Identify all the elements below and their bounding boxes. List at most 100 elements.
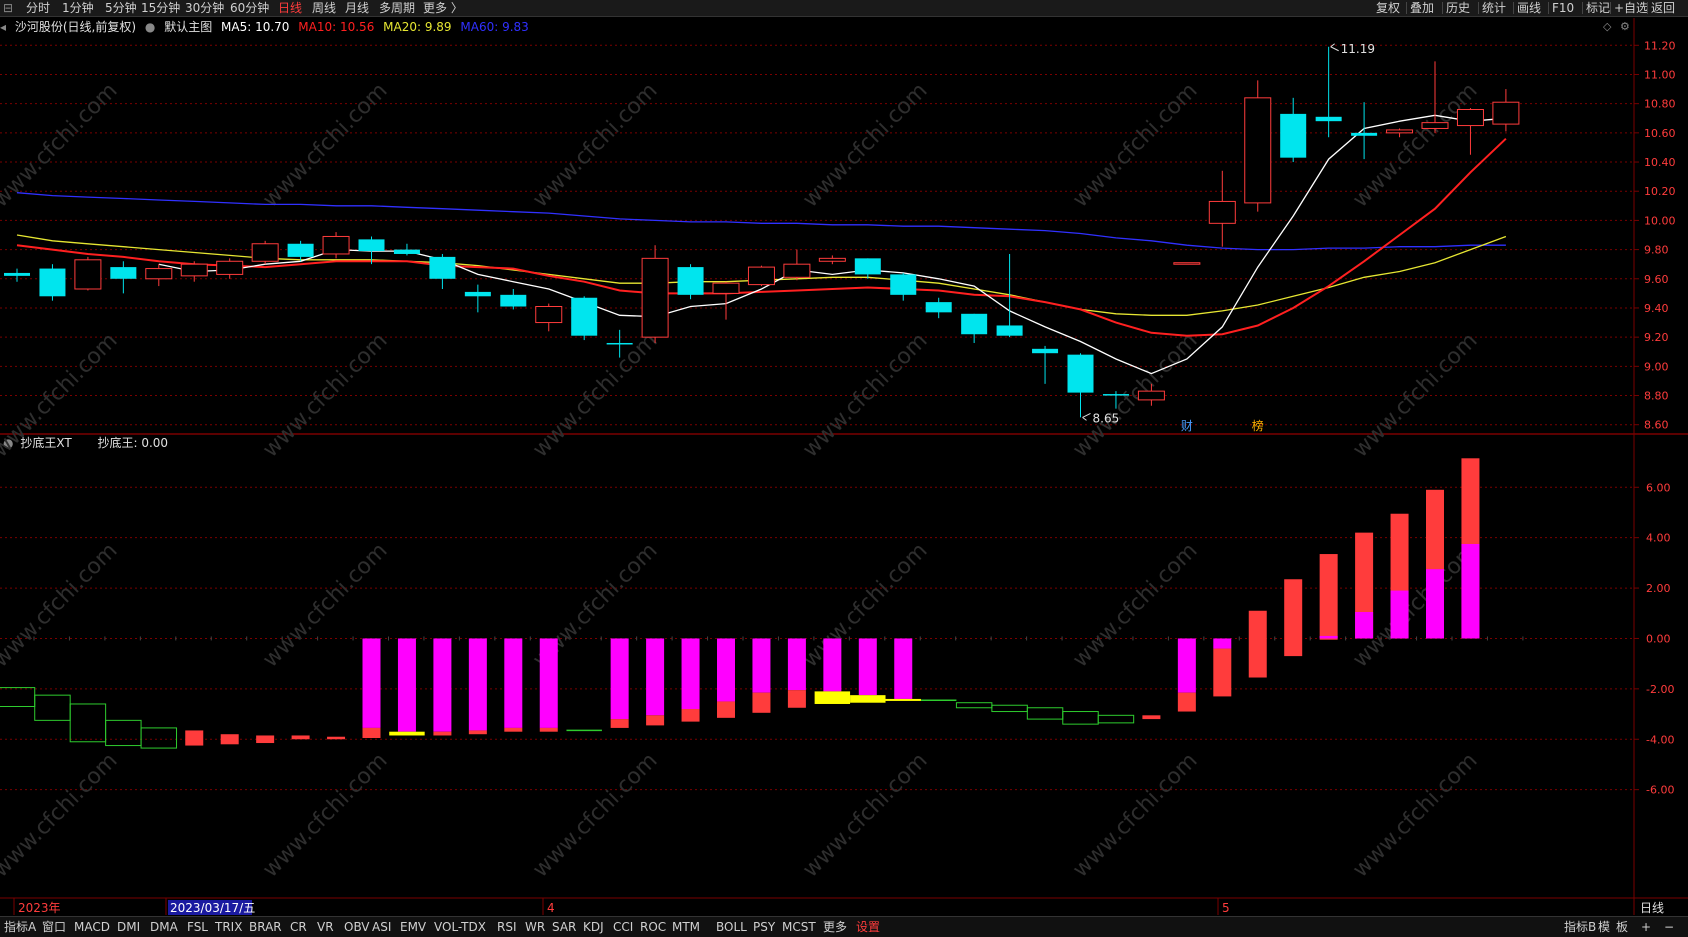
indicator-bar — [1355, 532, 1374, 639]
red-bar — [185, 730, 204, 746]
indicator-tab-13[interactable]: VOL-TDX — [434, 917, 486, 937]
red-bar — [1284, 579, 1303, 657]
candle — [1067, 353, 1094, 418]
candle — [216, 258, 244, 279]
indicator-tab-6[interactable]: TRIX — [215, 917, 242, 937]
magenta-bar — [433, 638, 452, 732]
indicator-b-control-4[interactable]: − — [1664, 917, 1674, 937]
indicator-tab-10[interactable]: OBV — [344, 917, 370, 937]
magenta-bar — [362, 638, 381, 728]
indicator-tab-8[interactable]: CR — [290, 917, 307, 937]
magenta-bar — [1213, 638, 1232, 649]
green-box — [105, 719, 142, 747]
indicator-tab-9[interactable]: VR — [317, 917, 334, 937]
indicator-tab-5[interactable]: FSL — [187, 917, 208, 937]
indicator-tab-3[interactable]: DMI — [117, 917, 140, 937]
indicator-tab-20[interactable]: MTM — [672, 917, 700, 937]
candle-body — [500, 294, 527, 307]
indicator-bar — [140, 727, 178, 749]
indicator-bar — [1177, 638, 1196, 712]
green-box — [34, 694, 71, 721]
sub-tick-label: 4.00 — [1646, 532, 1671, 545]
candle — [429, 253, 456, 289]
indicator-tab-17[interactable]: KDJ — [583, 917, 604, 937]
indicator-bar — [1390, 513, 1409, 639]
indicator-bar — [291, 735, 310, 740]
candle — [1032, 345, 1059, 384]
indicator-tab-14[interactable]: RSI — [497, 917, 517, 937]
indicator-tab-22[interactable]: PSY — [753, 917, 775, 937]
indicator-tab-7[interactable]: BRAR — [249, 917, 282, 937]
magenta-bar — [1319, 635, 1338, 639]
indicator-bar — [1213, 638, 1232, 697]
candle-body — [783, 263, 811, 278]
indicator-tab-21[interactable]: BOLL — [716, 917, 747, 937]
magenta-bar — [397, 638, 416, 732]
watermark-text: www.cfchi.com — [1068, 748, 1202, 882]
date-label: 4 — [547, 901, 555, 915]
sub-tick-label: -4.00 — [1646, 733, 1674, 746]
indicator-tab-24[interactable]: 更多 — [823, 917, 847, 937]
candle-body — [393, 249, 420, 254]
candle — [783, 249, 811, 281]
indicator-tab-25[interactable]: 设置 — [856, 917, 880, 937]
date-label: 2023年 — [18, 901, 61, 915]
candle-body — [996, 325, 1023, 336]
indicator-bar — [787, 638, 806, 708]
magenta-bar — [1426, 569, 1444, 639]
candle-body — [287, 243, 314, 257]
indicator-tab-4[interactable]: DMA — [150, 917, 178, 937]
green-box — [0, 687, 36, 707]
indicator-bar — [752, 638, 771, 713]
magenta-bar — [894, 638, 913, 699]
indicator-b-control-3[interactable]: + — [1641, 917, 1651, 937]
indicator-tab-11[interactable]: ASI — [372, 917, 391, 937]
watermark-text: www.cfchi.com — [0, 328, 123, 462]
candle — [74, 256, 102, 291]
price-tick-label: 9.80 — [1644, 244, 1669, 257]
chart-area[interactable]: 11.20 11.00 10.80 10.60 10.40 10.20 10.00 9.80 9… — [0, 0, 1688, 915]
green-box — [1026, 707, 1064, 720]
candle — [1351, 102, 1378, 160]
indicator-tab-2[interactable]: MACD — [74, 917, 110, 937]
indicator-tab-16[interactable]: SAR — [552, 917, 576, 937]
candle — [1244, 80, 1272, 212]
red-bar — [433, 731, 452, 736]
indicator-bar — [955, 702, 993, 709]
indicator-bar — [681, 638, 700, 722]
indicator-tab-18[interactable]: CCI — [613, 917, 633, 937]
watermark-text: www.cfchi.com — [0, 538, 123, 672]
indicator-tab-12[interactable]: EMV — [400, 917, 426, 937]
indicator-bar — [256, 735, 275, 744]
candle — [393, 243, 420, 256]
indicator-tab-23[interactable]: MCST — [782, 917, 816, 937]
candle-body — [677, 267, 704, 295]
green-box — [1062, 711, 1099, 725]
indicator-bar — [539, 638, 558, 732]
indicator-bar — [646, 638, 665, 726]
candle — [854, 258, 881, 279]
indicator-b-control-2[interactable]: 板 — [1616, 917, 1628, 937]
indicator-tab-0[interactable]: 指标A — [4, 917, 36, 937]
red-bar — [327, 736, 346, 740]
candle-body — [818, 257, 846, 262]
watermark-text: www.cfchi.com — [258, 78, 392, 212]
candle-body — [322, 235, 350, 255]
sub-tick-label: 0.00 — [1646, 632, 1671, 645]
watermark-text: www.cfchi.com — [258, 748, 392, 882]
price-tick-label: 11.00 — [1644, 68, 1676, 81]
indicator-tab-19[interactable]: ROC — [640, 917, 666, 937]
indicator-bar — [885, 638, 921, 701]
magenta-bar — [1355, 612, 1374, 639]
indicator-b-control-1[interactable]: 模 — [1598, 917, 1610, 937]
indicator-tab-1[interactable]: 窗口 — [42, 917, 66, 937]
magenta-bar — [787, 638, 806, 691]
candle — [1173, 262, 1201, 265]
candle-body — [74, 259, 102, 290]
min-price-label: 8.65 — [1093, 411, 1120, 425]
candle — [571, 296, 598, 341]
min-arrow — [1082, 412, 1091, 421]
candle — [641, 245, 669, 343]
indicator-b-control-0[interactable]: 指标B — [1564, 917, 1596, 937]
indicator-tab-15[interactable]: WR — [525, 917, 545, 937]
